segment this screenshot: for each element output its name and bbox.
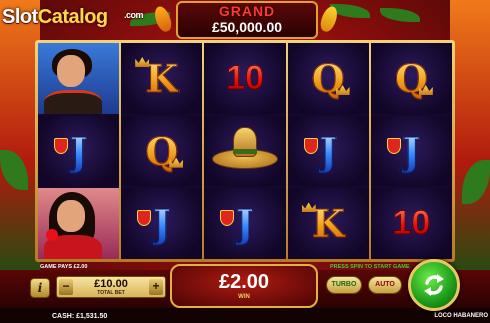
reel-symbol: J <box>38 115 120 187</box>
reel-symbol: K <box>287 188 369 260</box>
reel-symbol: Q <box>121 115 203 187</box>
symbol-k: K <box>311 201 345 247</box>
logo-accent: Catalog <box>37 6 108 28</box>
win-label: WIN <box>238 294 250 300</box>
reel-1: J <box>38 43 120 260</box>
reel-symbol: J <box>370 115 453 187</box>
game-name: LOCO HABANERO <box>434 313 488 319</box>
jackpot-amount: £50,000.00 <box>211 19 283 35</box>
portrait-body <box>44 89 102 114</box>
reel-symbol: 10 <box>370 188 453 260</box>
right-background-glow <box>450 0 490 270</box>
cash-value: £1,531.50 <box>76 313 108 320</box>
portrait-face <box>57 55 85 87</box>
watermark-logo: SlotCatalog .com <box>2 6 144 29</box>
turbo-button[interactable]: TURBO <box>326 276 362 294</box>
symbol-k: K <box>145 55 179 101</box>
shield-icon <box>220 210 235 227</box>
info-button[interactable]: i <box>30 278 50 298</box>
reel-symbol <box>38 188 120 260</box>
win-display: £2.00 WIN <box>170 264 318 308</box>
reel-symbol: Q <box>287 43 369 114</box>
logo-suffix: .com <box>124 10 144 20</box>
reel-symbol <box>204 115 286 187</box>
logo-main: Slot <box>2 6 38 28</box>
pepper-icon <box>151 4 175 34</box>
jackpot-display: GRAND £50,000.00 <box>176 1 318 39</box>
symbol-j: J <box>236 201 255 247</box>
auto-button[interactable]: AUTO <box>368 276 402 294</box>
game-pays-text: GAME PAYS £2.00 <box>40 264 88 270</box>
cash-display: CASH: £1,531.50 <box>52 313 107 320</box>
sombrero-icon <box>212 127 278 175</box>
jackpot-label: GRAND <box>218 3 276 19</box>
symbol-10: 10 <box>392 204 431 243</box>
left-background-glow <box>0 0 40 270</box>
reel-symbol: J <box>121 188 203 260</box>
rose-icon <box>46 229 58 242</box>
symbol-j: J <box>152 201 171 247</box>
reel-symbol: 10 <box>204 43 286 114</box>
bet-increase-button[interactable]: + <box>149 279 163 295</box>
symbol-10: 10 <box>226 58 265 97</box>
leaf-decoration <box>380 8 420 22</box>
reel-symbol <box>38 43 120 114</box>
symbol-j: J <box>69 128 88 174</box>
spin-button[interactable] <box>408 259 460 311</box>
reels: J K Q J 10 J Q J K Q J 10 <box>38 43 453 260</box>
reel-symbol: K <box>121 43 203 114</box>
press-spin-text: PRESS SPIN TO START GAME <box>330 264 410 270</box>
portrait-woman-icon <box>38 188 120 260</box>
spin-arrows-icon <box>424 274 444 296</box>
reel-2: K Q J <box>121 43 203 260</box>
reel-symbol: J <box>204 188 286 260</box>
portrait-man-icon <box>38 43 120 114</box>
bet-selector: − £10.00 TOTAL BET + <box>56 276 166 298</box>
reel-symbol: Q <box>370 43 453 114</box>
shield-icon <box>137 210 152 227</box>
reel-frame: J K Q J 10 J Q J K Q J 10 <box>35 40 455 262</box>
shield-icon <box>303 137 318 154</box>
symbol-j: J <box>319 128 338 174</box>
shield-icon <box>386 137 401 154</box>
cash-label: CASH: <box>52 313 75 320</box>
portrait-face <box>57 200 85 233</box>
shield-icon <box>54 137 68 154</box>
reel-4: Q J K <box>287 43 369 260</box>
reel-3: 10 J <box>204 43 286 260</box>
reel-5: Q J 10 <box>370 43 453 260</box>
sombrero-band <box>233 149 257 154</box>
reel-symbol: J <box>287 115 369 187</box>
symbol-j: J <box>402 128 421 174</box>
win-value: £2.00 <box>218 271 270 293</box>
